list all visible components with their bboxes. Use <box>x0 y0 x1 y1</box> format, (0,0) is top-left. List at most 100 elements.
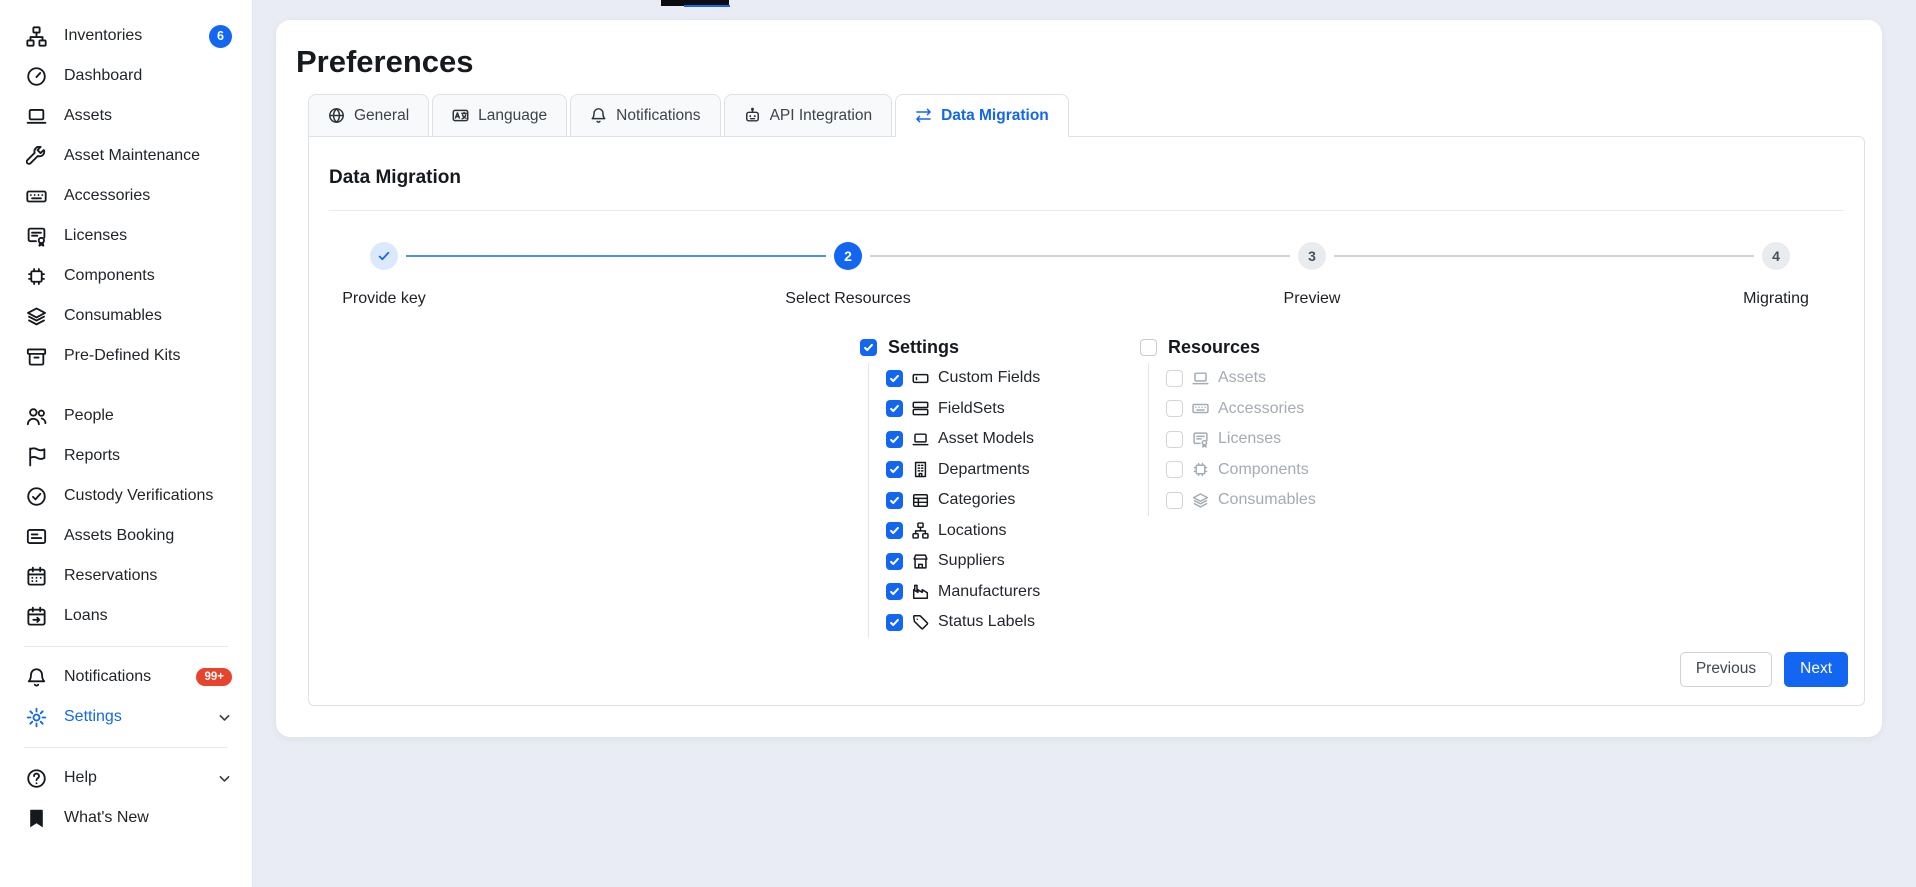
preferences-tabs: GeneralLanguageNotificationsAPI Integrat… <box>308 94 1069 137</box>
sidebar-item-consumables[interactable]: Consumables <box>0 296 252 336</box>
checkbox-resources[interactable] <box>1140 339 1157 356</box>
checkbox-status-labels[interactable] <box>886 614 903 631</box>
sidebar-item-pre-defined-kits[interactable]: Pre-Defined Kits <box>0 336 252 376</box>
swap-icon <box>915 107 932 124</box>
check-icon <box>889 464 900 475</box>
tree-item-asset-models[interactable]: Asset Models <box>886 424 1040 455</box>
tree-item-label: Suppliers <box>938 552 1005 570</box>
tree-item-label: Accessories <box>1218 400 1304 418</box>
sidebar-item-help[interactable]: Help <box>0 758 252 798</box>
check-icon <box>889 556 900 567</box>
checkbox-departments[interactable] <box>886 461 903 478</box>
sidebar-item-asset-maintenance[interactable]: Asset Maintenance <box>0 136 252 176</box>
sidebar-item-notifications[interactable]: Notifications99+ <box>0 657 252 697</box>
tree-item-label: FieldSets <box>938 400 1005 418</box>
sidebar-item-components[interactable]: Components <box>0 256 252 296</box>
card-lines-icon <box>26 526 47 547</box>
sidebar-item-loans[interactable]: Loans <box>0 596 252 636</box>
sidebar-item-label: Pre-Defined Kits <box>64 347 232 365</box>
next-button[interactable]: Next <box>1784 652 1848 687</box>
tree-item-accessories[interactable]: Accessories <box>1166 394 1316 425</box>
group-children: Assets Accessories Licenses ComponentsConsu… <box>1148 363 1316 516</box>
checkbox-accessories[interactable] <box>1166 400 1183 417</box>
tree-item-components[interactable]: Components <box>1166 455 1316 486</box>
tree-item-label: Licenses <box>1218 430 1281 448</box>
group-row-settings[interactable]: Settings <box>860 333 1040 361</box>
tree-item-assets[interactable]: Assets <box>1166 363 1316 394</box>
layers-icon <box>1192 492 1209 509</box>
step-number: 4 <box>1772 248 1780 264</box>
tree-item-status-labels[interactable]: Status Labels <box>886 607 1040 638</box>
checkbox-asset-models[interactable] <box>886 431 903 448</box>
group-row-resources[interactable]: Resources <box>1140 333 1316 361</box>
sitemap-icon <box>26 26 47 47</box>
checkbox-settings[interactable] <box>860 339 877 356</box>
checkbox-fieldsets[interactable] <box>886 400 903 417</box>
checkbox-licenses[interactable] <box>1166 431 1183 448</box>
tree-item-consumables[interactable]: Consumables <box>1166 485 1316 516</box>
building-icon <box>912 461 929 478</box>
sitemap-icon <box>912 522 929 539</box>
sidebar-item-dashboard[interactable]: Dashboard <box>0 56 252 96</box>
globe-icon <box>328 107 345 124</box>
checkbox-locations[interactable] <box>886 522 903 539</box>
tree-item-fieldsets[interactable]: FieldSets <box>886 394 1040 425</box>
previous-button[interactable]: Previous <box>1680 652 1772 687</box>
notification-count-badge: 99+ <box>196 668 232 686</box>
sidebar-item-assets-booking[interactable]: Assets Booking <box>0 516 252 556</box>
step-number: 3 <box>1308 248 1316 264</box>
bell-icon <box>26 667 47 688</box>
tree-item-locations[interactable]: Locations <box>886 516 1040 547</box>
check-icon <box>889 373 900 384</box>
sidebar-item-label: Assets <box>64 107 232 125</box>
check-icon <box>889 495 900 506</box>
tree-item-suppliers[interactable]: Suppliers <box>886 546 1040 577</box>
sidebar-item-settings[interactable]: Settings <box>0 697 252 737</box>
tree-item-departments[interactable]: Departments <box>886 455 1040 486</box>
step-connector <box>406 255 826 257</box>
tab-general[interactable]: General <box>308 94 429 137</box>
sidebar-item-label: Asset Maintenance <box>64 147 232 165</box>
tree-item-manufacturers[interactable]: Manufacturers <box>886 577 1040 608</box>
checkbox-custom-fields[interactable] <box>886 370 903 387</box>
sidebar-item-accessories[interactable]: Accessories <box>0 176 252 216</box>
sidebar-item-reservations[interactable]: Reservations <box>0 556 252 596</box>
certificate-icon <box>1192 431 1209 448</box>
chevron-down-icon <box>217 771 232 786</box>
tab-notifications[interactable]: Notifications <box>570 94 720 137</box>
question-circle-icon <box>26 768 47 789</box>
sidebar-item-assets[interactable]: Assets <box>0 96 252 136</box>
sidebar-item-what-s-new[interactable]: What's New <box>0 798 252 838</box>
checkbox-assets[interactable] <box>1166 370 1183 387</box>
calendar-arrow-icon <box>26 606 47 627</box>
checkbox-components[interactable] <box>1166 461 1183 478</box>
checkbox-consumables[interactable] <box>1166 492 1183 509</box>
badge-check-icon <box>26 486 47 507</box>
robot-icon <box>744 107 761 124</box>
sidebar-item-reports[interactable]: Reports <box>0 436 252 476</box>
browser-tab-fragment <box>661 0 729 6</box>
sidebar-item-licenses[interactable]: Licenses <box>0 216 252 256</box>
page-title: Preferences <box>296 44 474 80</box>
count-badge: 6 <box>209 25 232 48</box>
wizard-buttons: Previous Next <box>1680 652 1848 687</box>
bookmark-icon <box>26 808 47 829</box>
checkbox-manufacturers[interactable] <box>886 583 903 600</box>
check-icon <box>889 617 900 628</box>
tree-item-categories[interactable]: Categories <box>886 485 1040 516</box>
tree-item-licenses[interactable]: Licenses <box>1166 424 1316 455</box>
sidebar-item-inventories[interactable]: Inventories 6 <box>0 16 252 56</box>
sidebar-item-label: Inventories <box>64 27 192 45</box>
step-connector <box>870 255 1290 257</box>
gear-icon <box>26 707 47 728</box>
tab-api-integration[interactable]: API Integration <box>724 94 893 137</box>
tab-data-migration[interactable]: Data Migration <box>895 94 1069 137</box>
tree-item-custom-fields[interactable]: Custom Fields <box>886 363 1040 394</box>
sidebar-item-custody-verifications[interactable]: Custody Verifications <box>0 476 252 516</box>
sidebar-item-people[interactable]: People <box>0 396 252 436</box>
resource-group-settings: SettingsCustom Fields FieldSets Asset Mode… <box>860 333 1040 638</box>
checkbox-suppliers[interactable] <box>886 553 903 570</box>
tab-language[interactable]: Language <box>432 94 567 137</box>
checkbox-categories[interactable] <box>886 492 903 509</box>
step-circle-migrating: 4 <box>1762 242 1790 270</box>
